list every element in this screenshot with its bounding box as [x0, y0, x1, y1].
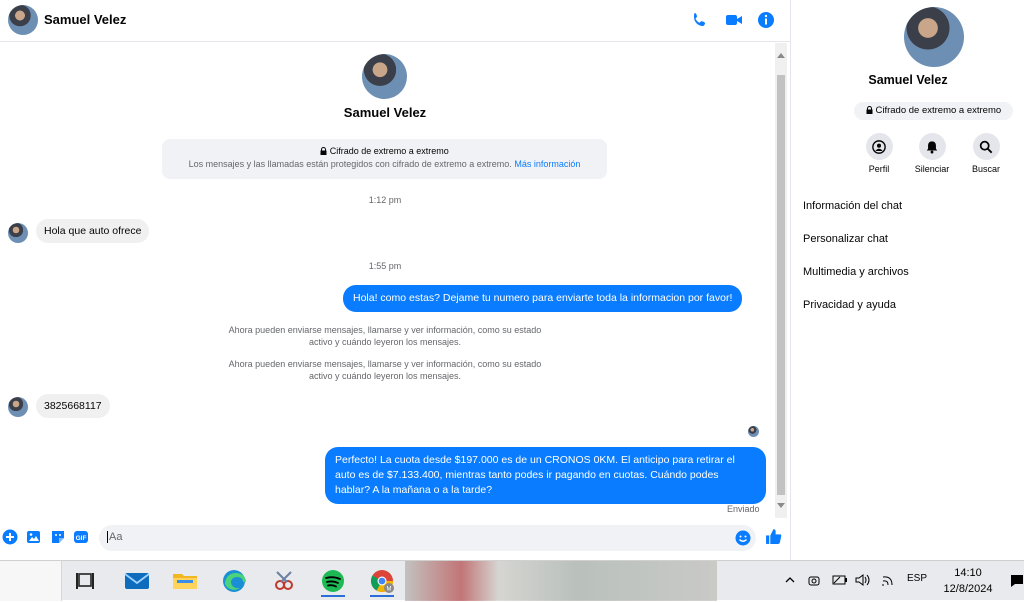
language-indicator[interactable]: ESP: [907, 573, 927, 584]
photo-icon[interactable]: [26, 529, 42, 545]
mute-button[interactable]: Silenciar: [907, 133, 957, 174]
encryption-notice: Cifrado de extremo a extremo Los mensaje…: [162, 139, 607, 179]
message-status: Enviado: [727, 504, 760, 514]
chrome-icon: M: [371, 570, 394, 593]
scroll-up-arrow-icon[interactable]: [777, 53, 785, 58]
spotify-button[interactable]: [315, 565, 351, 597]
wifi-icon[interactable]: [880, 572, 896, 588]
emoji-icon[interactable]: [735, 530, 751, 546]
message-input-placeholder: Aa: [109, 531, 123, 543]
taskbar: M ESP 14:10 12/8/2024: [0, 560, 1024, 601]
timestamp: 1:12 pm: [368, 195, 402, 205]
profile-icon: [872, 139, 886, 154]
phone-icon[interactable]: [690, 10, 710, 30]
mail-app-button[interactable]: [119, 565, 155, 597]
battery-icon[interactable]: [830, 572, 848, 588]
search-label: Buscar: [971, 164, 1000, 174]
bell-icon: [926, 140, 938, 153]
encryption-title: Cifrado de extremo a extremo: [329, 146, 449, 156]
file-explorer-button[interactable]: [167, 565, 203, 597]
gif-icon[interactable]: GIF: [73, 529, 89, 545]
snipping-tool-button[interactable]: [266, 565, 302, 597]
menu-chat-info[interactable]: Información del chat: [803, 200, 902, 212]
composer: GIF Aa: [0, 518, 790, 560]
info-icon[interactable]: [756, 10, 776, 30]
taskbar-wallpaper: [405, 561, 717, 601]
contact-avatar[interactable]: [8, 5, 38, 35]
menu-privacy-help[interactable]: Privacidad y ayuda: [803, 299, 896, 311]
incoming-message[interactable]: Hola que auto ofrece: [36, 219, 150, 243]
profile-button[interactable]: Perfil: [854, 133, 904, 174]
spotify-icon: [322, 570, 344, 592]
clock-time: 14:10: [954, 567, 982, 579]
edge-browser-button[interactable]: [216, 565, 252, 597]
incoming-message[interactable]: 3825668117: [36, 394, 110, 418]
messenger-window: Samuel Velez Samuel Velez Cifrado de ext…: [0, 0, 1024, 560]
notifications-icon[interactable]: [1010, 573, 1024, 589]
meet-now-icon[interactable]: [806, 572, 822, 588]
seen-avatar: [748, 426, 759, 437]
contact-name-large: Samuel Velez: [343, 105, 427, 120]
mute-label: Silenciar: [914, 164, 950, 174]
search-icon: [979, 140, 993, 153]
system-message: Ahora pueden enviarse mensajes, llamarse…: [228, 359, 542, 381]
active-indicator: [321, 595, 345, 597]
encryption-badge: Cifrado de extremo a extremo: [854, 102, 1013, 120]
panel-avatar: [904, 7, 964, 67]
chat-header: Samuel Velez: [0, 0, 790, 42]
outgoing-message[interactable]: Hola! como estas? Dejame tu numero para …: [343, 285, 743, 312]
message-list: Samuel Velez Cifrado de extremo a extrem…: [0, 43, 790, 518]
lock-icon: [866, 106, 873, 114]
outgoing-message[interactable]: Perfecto! La cuota desde $197.000 es de …: [325, 447, 766, 504]
plus-icon[interactable]: [2, 529, 18, 545]
folder-icon: [173, 574, 197, 589]
panel-contact-name: Samuel Velez: [868, 73, 948, 87]
volume-icon[interactable]: [854, 572, 872, 588]
more-info-link[interactable]: Más información: [514, 159, 580, 169]
scroll-down-arrow-icon[interactable]: [777, 503, 785, 508]
contact-name[interactable]: Samuel Velez: [44, 12, 126, 27]
task-view-button[interactable]: [68, 565, 104, 597]
chrome-button[interactable]: M: [364, 565, 400, 597]
thumbs-up-icon[interactable]: [765, 528, 782, 545]
mail-icon: [124, 573, 150, 589]
system-message: Ahora pueden enviarse mensajes, llamarse…: [228, 325, 542, 347]
contact-avatar-large: [362, 54, 407, 99]
chat-scrollbar[interactable]: [775, 43, 787, 518]
task-view-icon: [76, 573, 94, 589]
lock-icon: [320, 147, 327, 155]
snipping-tool-icon: [275, 571, 293, 590]
encryption-badge-label: Cifrado de extremo a extremo: [875, 105, 1002, 116]
chevron-up-icon[interactable]: [784, 574, 796, 586]
clock-date: 12/8/2024: [943, 583, 993, 595]
svg-text:M: M: [387, 587, 392, 593]
sender-avatar: [8, 397, 28, 417]
message-input[interactable]: Aa: [99, 525, 756, 551]
timestamp: 1:55 pm: [368, 261, 402, 271]
svg-text:GIF: GIF: [76, 535, 87, 542]
sticker-icon[interactable]: [50, 529, 66, 545]
encryption-subtitle: Los mensajes y las llamadas están proteg…: [188, 159, 512, 169]
chat-info-panel: Samuel Velez Cifrado de extremo a extrem…: [790, 0, 1024, 560]
video-call-icon[interactable]: [724, 10, 744, 30]
profile-label: Perfil: [868, 164, 890, 174]
edge-icon: [223, 570, 246, 592]
search-button[interactable]: Buscar: [961, 133, 1011, 174]
menu-media-files[interactable]: Multimedia y archivos: [803, 266, 909, 278]
taskbar-search-box[interactable]: [0, 561, 62, 601]
menu-customize-chat[interactable]: Personalizar chat: [803, 233, 888, 245]
system-clock[interactable]: 14:10 12/8/2024: [936, 565, 1000, 597]
active-indicator: [370, 595, 394, 597]
sender-avatar: [8, 223, 28, 243]
scroll-thumb[interactable]: [777, 75, 785, 495]
